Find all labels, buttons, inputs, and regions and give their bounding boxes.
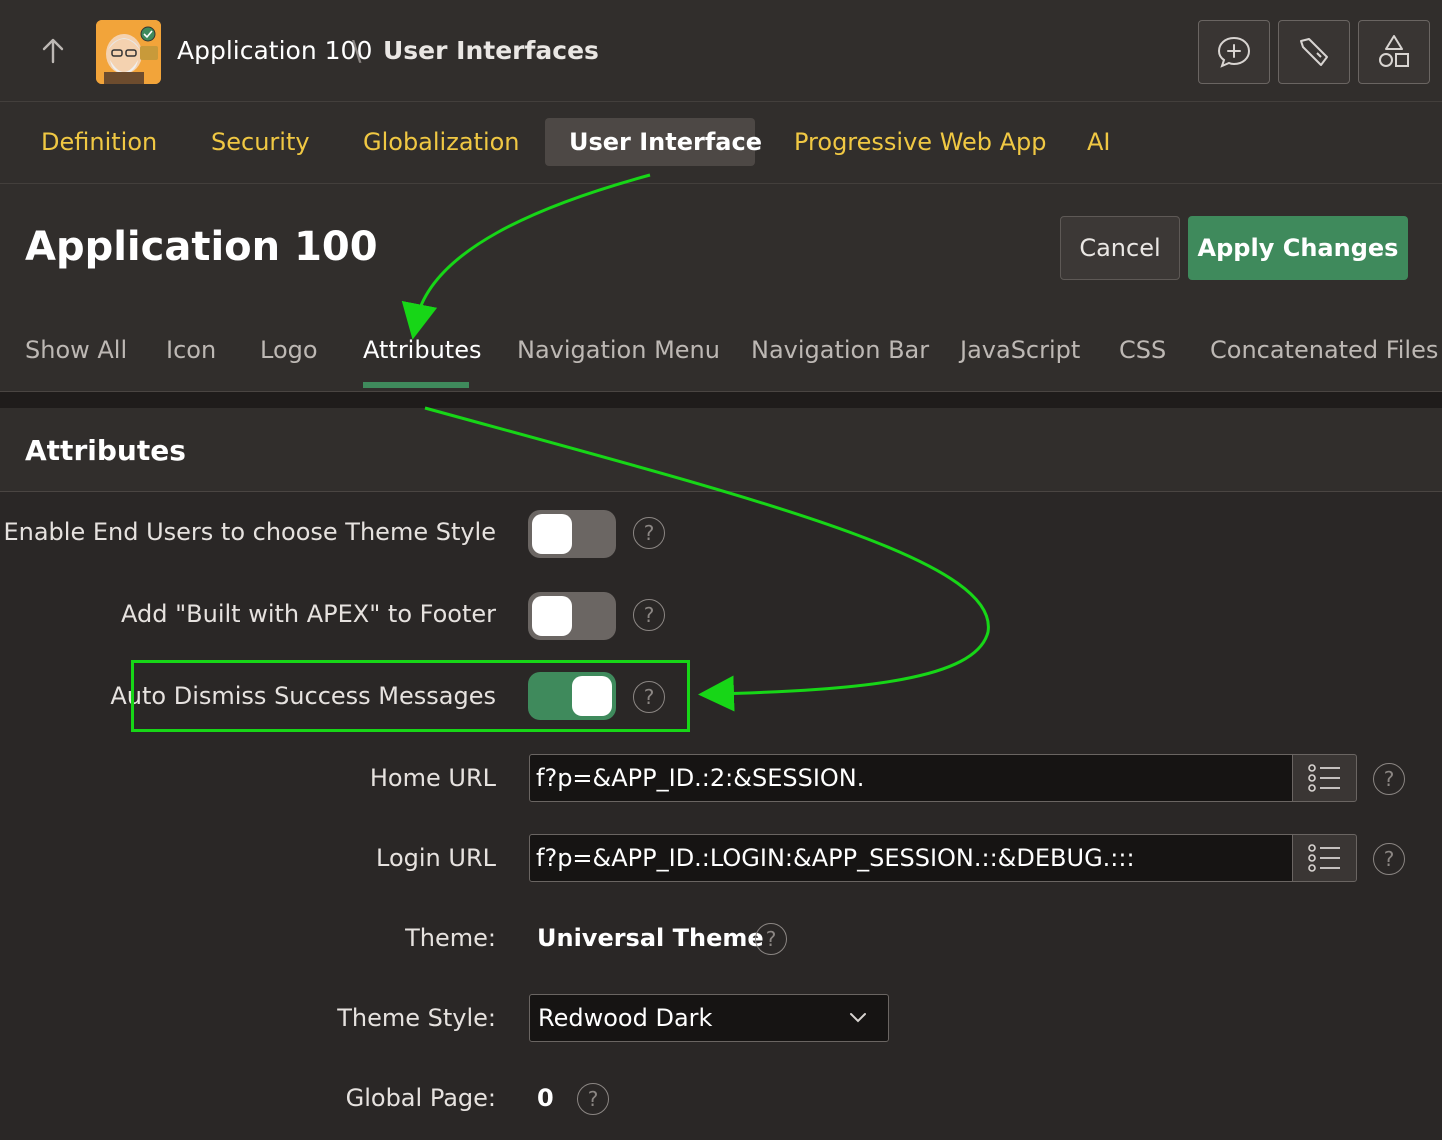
app-logo[interactable] — [96, 20, 161, 84]
feedback-icon — [1217, 36, 1251, 68]
breadcrumb-app[interactable]: Application 100 — [177, 36, 372, 65]
login-url-list-button[interactable] — [1292, 834, 1357, 882]
region-title: Attributes — [25, 434, 186, 467]
tab-globalization[interactable]: Globalization — [339, 118, 544, 166]
help-icon[interactable]: ? — [755, 923, 787, 955]
list-icon — [1307, 764, 1340, 792]
theme-style-select[interactable]: Redwood Dark — [529, 994, 889, 1042]
tab-security[interactable]: Security — [187, 118, 334, 166]
main-tabs: Definition Security Globalization User I… — [0, 102, 1442, 184]
home-url-label: Home URL — [369, 764, 496, 792]
global-page-label: Global Page: — [345, 1084, 496, 1112]
built-with-apex-label: Add "Built with APEX" to Footer — [121, 600, 496, 628]
home-url-input[interactable]: f?p=&APP_ID.:2:&SESSION. — [529, 754, 1293, 802]
tab-user-interface[interactable]: User Interface — [545, 118, 762, 166]
subtab-navigation-menu[interactable]: Navigation Menu — [517, 336, 720, 364]
subtab-navigation-bar[interactable]: Navigation Bar — [751, 336, 929, 364]
breadcrumb-page: User Interfaces — [383, 36, 599, 65]
theme-style-selected: Redwood Dark — [538, 1004, 713, 1032]
subtab-javascript[interactable]: JavaScript — [960, 336, 1080, 364]
subtab-show-all[interactable]: Show All — [25, 336, 127, 364]
help-icon[interactable]: ? — [633, 517, 665, 549]
region-separator — [0, 392, 1442, 408]
app-header: Application 100 \ User Interfaces — [0, 0, 1442, 102]
help-icon[interactable]: ? — [1373, 843, 1405, 875]
help-icon[interactable]: ? — [577, 1083, 609, 1115]
developer-tools-icon — [1300, 38, 1328, 66]
tab-ai[interactable]: AI — [1063, 118, 1135, 166]
shared-components-icon — [1379, 35, 1409, 67]
home-url-list-button[interactable] — [1292, 754, 1357, 802]
help-icon[interactable]: ? — [633, 599, 665, 631]
shared-components-button[interactable] — [1358, 20, 1430, 84]
cancel-button[interactable]: Cancel — [1060, 216, 1180, 280]
chevron-down-icon — [850, 1013, 866, 1023]
subtab-concatenated-files[interactable]: Concatenated Files — [1210, 336, 1438, 364]
global-page-value: 0 — [537, 1084, 554, 1112]
active-subtab-indicator — [363, 382, 469, 388]
tab-progressive-web-app[interactable]: Progressive Web App — [770, 118, 1071, 166]
subtab-icon[interactable]: Icon — [166, 336, 216, 364]
subtab-css[interactable]: CSS — [1119, 336, 1166, 364]
subtab-attributes[interactable]: Attributes — [363, 336, 481, 364]
theme-label: Theme: — [405, 924, 496, 952]
page-title: Application 100 — [25, 224, 378, 270]
feedback-button[interactable] — [1198, 20, 1270, 84]
help-icon[interactable]: ? — [1373, 763, 1405, 795]
page-title-region: Application 100 Cancel Apply Changes Sho… — [0, 184, 1442, 392]
theme-style-choice-switch[interactable] — [528, 510, 616, 558]
theme-style-choice-label: Enable End Users to choose Theme Style — [3, 518, 496, 546]
subtab-logo[interactable]: Logo — [260, 336, 318, 364]
breadcrumb-separator: \ — [352, 34, 362, 67]
tab-definition[interactable]: Definition — [17, 118, 181, 166]
login-url-input[interactable]: f?p=&APP_ID.:LOGIN:&APP_SESSION.::&DEBUG… — [529, 834, 1293, 882]
theme-value: Universal Theme — [537, 924, 764, 952]
annotation-highlight-box — [131, 660, 690, 732]
theme-style-label: Theme Style: — [337, 1004, 496, 1032]
up-arrow-icon[interactable] — [38, 36, 68, 66]
list-icon — [1307, 844, 1340, 872]
apply-changes-button[interactable]: Apply Changes — [1188, 216, 1408, 280]
developer-tools-button[interactable] — [1278, 20, 1350, 84]
built-with-apex-switch[interactable] — [528, 592, 616, 640]
login-url-label: Login URL — [376, 844, 496, 872]
attributes-region-header: Attributes — [0, 408, 1442, 492]
